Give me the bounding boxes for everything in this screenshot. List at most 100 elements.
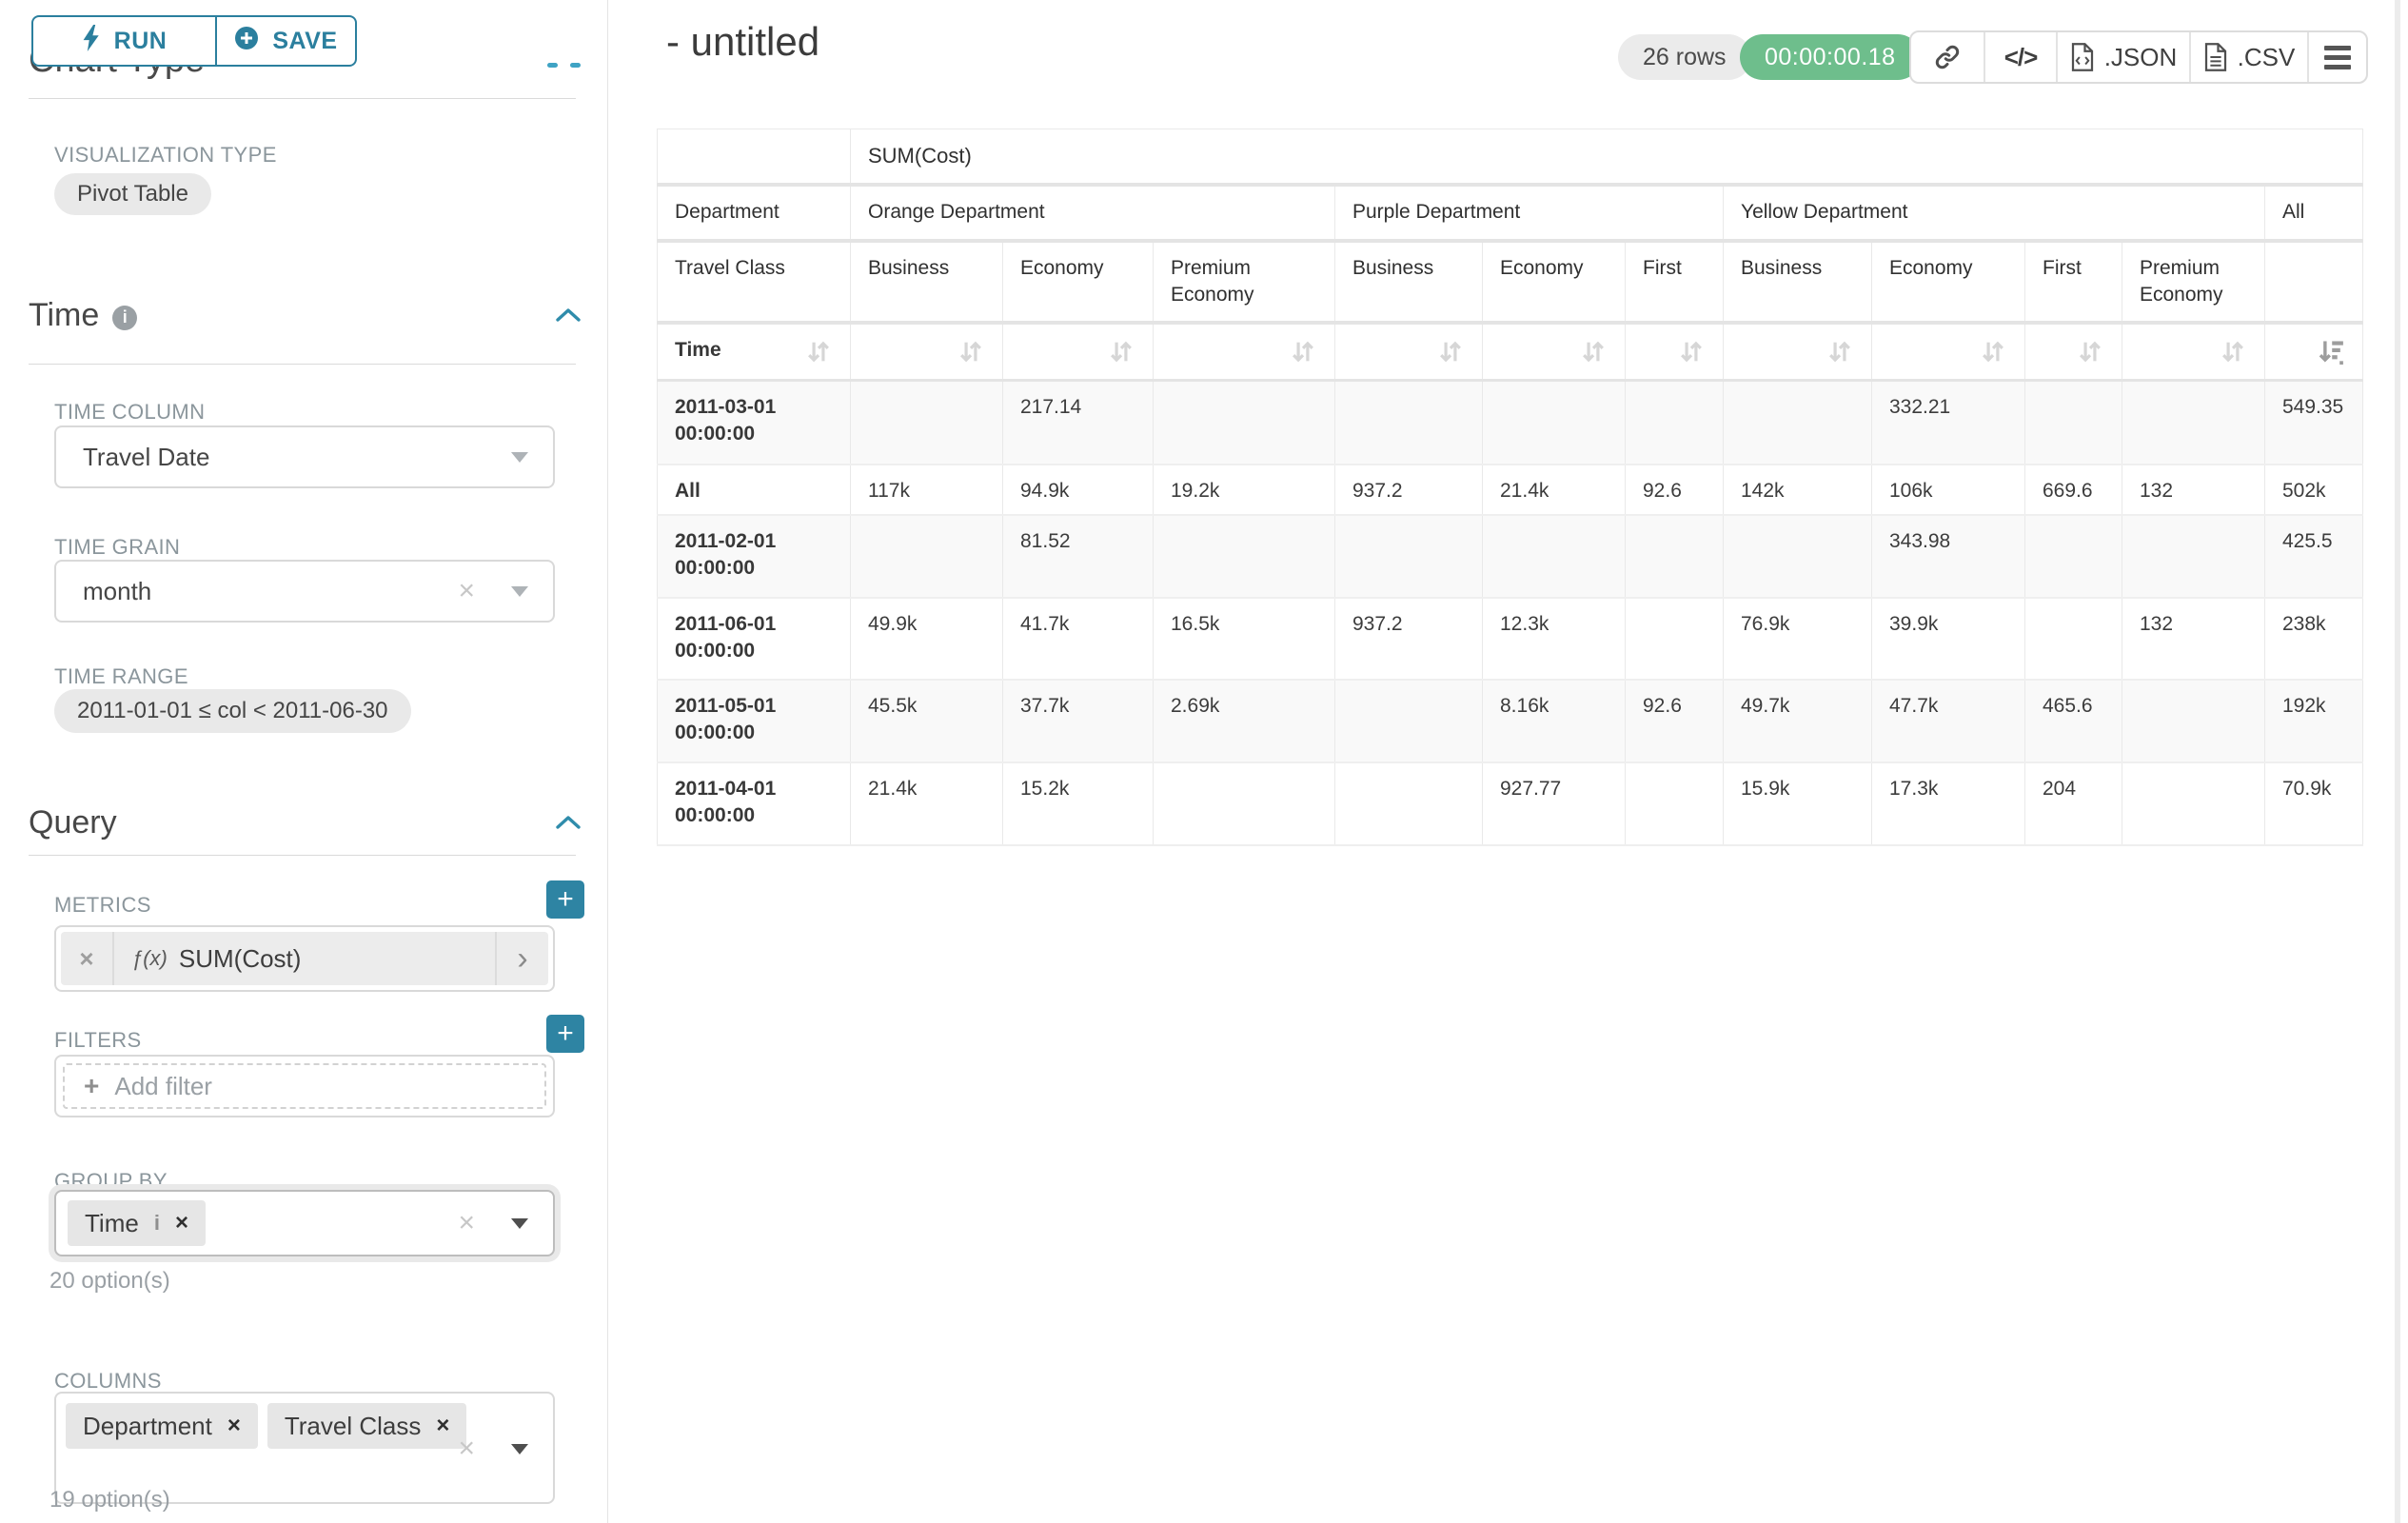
travel-class-header: Premium Economy <box>2122 241 2265 323</box>
pivot-corner-cell <box>658 129 851 185</box>
expand-metric-icon[interactable]: › <box>495 932 548 985</box>
info-icon[interactable]: i <box>112 306 137 330</box>
cell: 21.4k <box>851 762 1003 845</box>
chevron-up-icon[interactable] <box>555 307 582 324</box>
share-link-button[interactable] <box>1911 32 1984 82</box>
sort-column-header[interactable] <box>1154 323 1335 381</box>
cell: 142k <box>1724 465 1872 515</box>
plus-circle-icon <box>234 26 259 57</box>
columns-tag-label: Travel Class <box>285 1412 422 1441</box>
time-column-select[interactable]: Travel Date <box>54 425 555 488</box>
json-file-icon <box>2070 43 2095 71</box>
cell <box>2122 762 2265 845</box>
clipped-icon-dot <box>570 63 581 68</box>
bolt-icon <box>82 25 101 58</box>
table-row: 2011-03-01 00:00:00217.14332.21549.35 <box>658 381 2363 465</box>
remove-tag-icon[interactable]: × <box>175 1210 188 1236</box>
visualization-type-label: VISUALIZATION TYPE <box>54 143 277 168</box>
save-button[interactable]: SAVE <box>217 17 355 65</box>
view-query-button[interactable]: </> <box>1984 32 2056 82</box>
caret-down-icon <box>511 452 528 463</box>
remove-metric-icon[interactable]: × <box>61 932 114 985</box>
sort-column-header[interactable] <box>2025 323 2122 381</box>
group-by-tag-label: Time <box>85 1209 139 1238</box>
hamburger-menu-icon <box>2324 46 2351 69</box>
cell: 927.77 <box>1483 762 1626 845</box>
plus-icon: + <box>84 1071 99 1101</box>
cell: 669.6 <box>2025 465 2122 515</box>
group-by-select[interactable]: Time i × × <box>54 1190 555 1256</box>
export-json-button[interactable]: .JSON <box>2056 32 2189 82</box>
travel-class-header: Business <box>1724 241 1872 323</box>
time-grain-select[interactable]: month × <box>54 560 555 623</box>
cell <box>1724 515 1872 598</box>
more-options-button[interactable] <box>2307 32 2366 82</box>
col-dimension-label: Department <box>658 185 851 241</box>
cell: 132 <box>2122 598 2265 680</box>
add-filter-button[interactable]: + Add filter <box>63 1063 546 1109</box>
time-column-label: TIME COLUMN <box>54 400 205 425</box>
sort-column-header[interactable] <box>1335 323 1483 381</box>
query-section-header[interactable]: Query <box>29 804 117 841</box>
caret-down-icon <box>511 586 528 597</box>
clear-icon[interactable]: × <box>458 1434 475 1463</box>
remove-tag-icon[interactable]: × <box>227 1413 241 1439</box>
row-label: All <box>658 465 851 515</box>
time-range-pill[interactable]: 2011-01-01 ≤ col < 2011-06-30 <box>54 689 411 733</box>
travel-class-header: Business <box>1335 241 1483 323</box>
cell: 39.9k <box>1872 598 2025 680</box>
row-label: 2011-04-01 00:00:00 <box>658 762 851 845</box>
query-timer-text: 00:00:00.18 <box>1765 44 1896 71</box>
cell: 76.9k <box>1724 598 1872 680</box>
clear-icon[interactable]: × <box>458 577 475 605</box>
pivot-table: SUM(Cost)DepartmentOrange DepartmentPurp… <box>657 129 2363 846</box>
cell: 45.5k <box>851 680 1003 762</box>
time-section-header[interactable]: Time i <box>29 297 137 334</box>
cell: 92.6 <box>1626 465 1724 515</box>
metrics-field: × ƒ(x) SUM(Cost) › <box>54 925 555 992</box>
filters-label: FILTERS <box>54 1028 142 1053</box>
sort-column-header[interactable] <box>2122 323 2265 381</box>
cell: 92.6 <box>1626 680 1724 762</box>
sort-column-header[interactable] <box>1626 323 1724 381</box>
table-row: 2011-05-01 00:00:0045.5k37.7k2.69k8.16k9… <box>658 680 2363 762</box>
sort-column-header[interactable]: Time <box>658 323 851 381</box>
sort-column-header[interactable] <box>851 323 1003 381</box>
cell <box>1626 381 1724 465</box>
caret-down-icon <box>511 1218 528 1229</box>
metric-body[interactable]: ƒ(x) SUM(Cost) <box>114 932 495 985</box>
pivot-table-container: SUM(Cost)DepartmentOrange DepartmentPurp… <box>657 129 2363 846</box>
run-button[interactable]: RUN <box>33 17 217 65</box>
metric-name: SUM(Cost) <box>179 944 302 974</box>
sort-column-header-active[interactable] <box>2265 323 2363 381</box>
cell <box>2025 381 2122 465</box>
chevron-up-icon[interactable] <box>555 814 582 831</box>
sort-column-header[interactable] <box>1483 323 1626 381</box>
sort-column-header[interactable] <box>1872 323 2025 381</box>
remove-tag-icon[interactable]: × <box>436 1413 449 1439</box>
export-csv-label: .CSV <box>2238 43 2296 72</box>
cell: 17.3k <box>1872 762 2025 845</box>
time-section-title: Time <box>29 297 99 334</box>
visualization-type-pill[interactable]: Pivot Table <box>54 173 211 215</box>
cell: 12.3k <box>1483 598 1626 680</box>
sort-icon <box>1677 339 1706 365</box>
info-icon[interactable]: i <box>154 1211 160 1236</box>
clear-icon[interactable]: × <box>458 1209 475 1237</box>
cell <box>851 381 1003 465</box>
add-metric-button[interactable]: + <box>546 880 584 919</box>
sort-column-header[interactable] <box>1003 323 1154 381</box>
cell: 238k <box>2265 598 2363 680</box>
table-row: 2011-06-01 00:00:0049.9k41.7k16.5k937.21… <box>658 598 2363 680</box>
cell: 21.4k <box>1483 465 1626 515</box>
vertical-scrollbar[interactable] <box>2395 0 2400 1523</box>
sort-column-header[interactable] <box>1724 323 1872 381</box>
cell: 465.6 <box>2025 680 2122 762</box>
add-filter-plus-button[interactable]: + <box>546 1015 584 1053</box>
cell <box>1483 381 1626 465</box>
table-row: 2011-02-01 00:00:0081.52343.98425.5 <box>658 515 2363 598</box>
department-group-header: All <box>2265 185 2363 241</box>
travel-class-header: Economy <box>1003 241 1154 323</box>
chart-title[interactable]: - untitled <box>666 19 819 65</box>
export-csv-button[interactable]: .CSV <box>2189 32 2307 82</box>
